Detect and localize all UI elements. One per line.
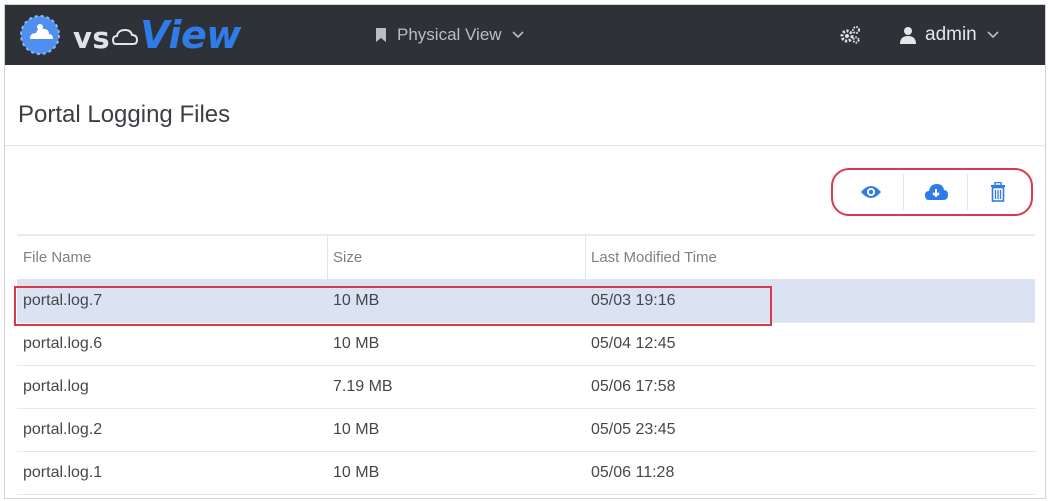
divider	[5, 145, 1045, 146]
file-size-cell: 10 MB	[333, 421, 380, 438]
chevron-down-icon	[512, 31, 524, 39]
logo: vs View	[73, 9, 241, 61]
file-size-cell: 7.19 MB	[333, 378, 393, 395]
delete-file-button[interactable]	[967, 174, 1028, 210]
eye-icon	[861, 186, 881, 198]
modified-time-cell: 05/06 11:28	[591, 464, 675, 481]
file-size-cell: 10 MB	[333, 464, 380, 481]
user-menu-label: admin	[925, 24, 977, 45]
logo-badge-icon	[20, 15, 60, 55]
view-file-button[interactable]	[839, 174, 903, 210]
table-header: File Name Size Last Modified Time	[17, 236, 1035, 280]
table-row[interactable]: portal.log.1 10 MB 05/06 11:28	[17, 452, 1035, 495]
column-header-file-name[interactable]: File Name	[17, 236, 327, 279]
modified-time-cell: 05/04 12:45	[591, 335, 676, 352]
modified-time-cell: 05/06 17:58	[591, 378, 676, 395]
table-row[interactable]: portal.log.2 10 MB 05/05 23:45	[17, 409, 1035, 452]
table-row[interactable]: portal.log 7.19 MB 05/06 17:58	[17, 366, 1035, 409]
file-name-cell: portal.log.7	[23, 292, 103, 309]
chevron-down-icon	[987, 31, 999, 39]
file-size-cell: 10 MB	[333, 292, 380, 309]
table-row[interactable]: portal.log.7 10 MB 05/03 19:16	[17, 280, 1035, 323]
user-menu[interactable]: admin	[900, 5, 999, 65]
file-size-cell: 10 MB	[333, 335, 380, 352]
log-files-table: File Name Size Last Modified Time portal…	[17, 234, 1035, 495]
gears-icon[interactable]	[839, 25, 861, 45]
physical-view-label: Physical View	[397, 25, 502, 44]
column-header-last-modified[interactable]: Last Modified Time	[585, 236, 1035, 279]
top-navbar: vs View Physical View admin	[5, 5, 1045, 65]
file-actions-toolbar	[831, 168, 1033, 216]
table-row[interactable]: portal.log.6 10 MB 05/04 12:45	[17, 323, 1035, 366]
logo-prefix: vs	[73, 21, 111, 55]
modified-time-cell: 05/05 23:45	[591, 421, 676, 438]
file-name-cell: portal.log.2	[23, 421, 103, 438]
file-name-cell: portal.log	[23, 378, 89, 395]
user-icon	[900, 27, 916, 44]
column-header-size[interactable]: Size	[327, 236, 585, 279]
page-title: Portal Logging Files	[18, 101, 231, 128]
cloud-logo-icon	[112, 28, 139, 45]
page-frame: vs View Physical View admin Portal Loggi…	[4, 4, 1046, 499]
logo-main: View	[140, 13, 241, 57]
modified-time-cell: 05/03 19:16	[591, 292, 676, 309]
physical-view-menu[interactable]: Physical View	[375, 5, 524, 65]
file-name-cell: portal.log.1	[23, 464, 103, 481]
trash-icon	[991, 182, 1005, 202]
file-name-cell: portal.log.6	[23, 335, 103, 352]
download-file-button[interactable]	[903, 174, 968, 210]
cloud-download-icon	[925, 184, 948, 200]
bookmark-icon	[376, 28, 386, 42]
